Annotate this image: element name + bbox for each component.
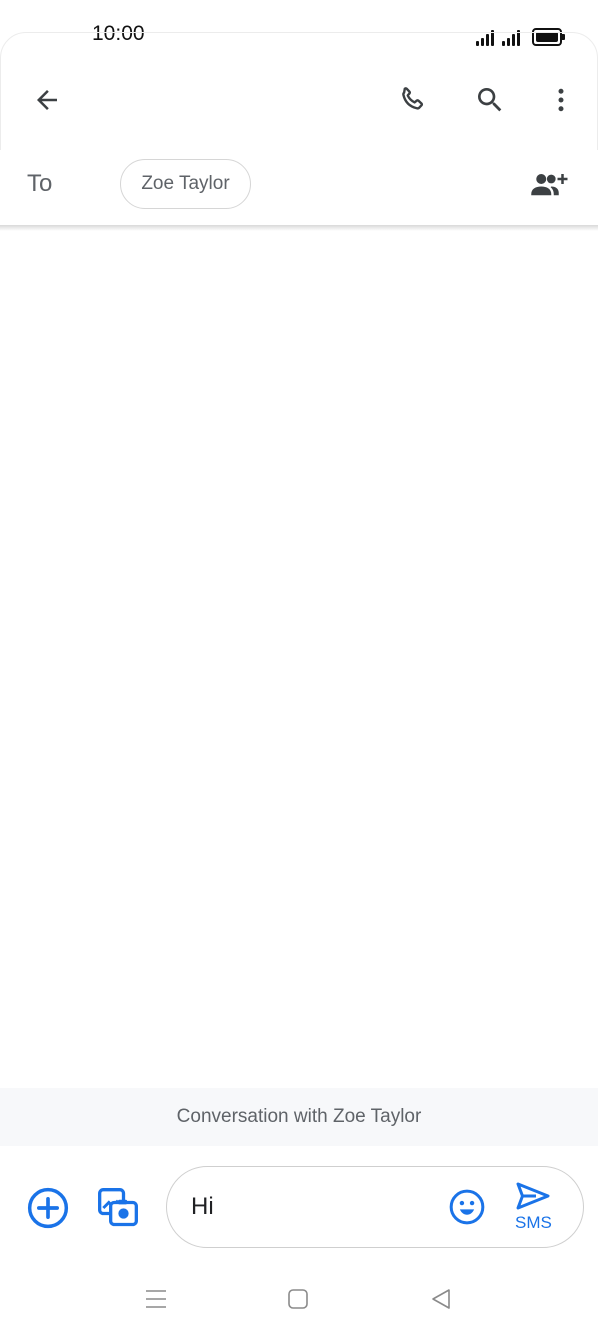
arrow-back-icon: [37, 90, 57, 110]
search-button[interactable]: [466, 76, 514, 124]
compose-row: SMS: [0, 1146, 598, 1266]
to-label: To: [27, 170, 53, 197]
more-options-button[interactable]: [537, 76, 585, 124]
phone-icon: [402, 87, 424, 110]
compose-box: SMS: [166, 1166, 584, 1248]
add-recipient-button[interactable]: [526, 160, 574, 208]
search-icon: [478, 88, 502, 112]
status-icons: [476, 22, 565, 46]
call-button[interactable]: [388, 76, 436, 124]
signal-icon-2: [502, 28, 520, 46]
battery-icon: [532, 28, 565, 46]
send-icon: [516, 1182, 550, 1210]
send-label: SMS: [515, 1213, 552, 1232]
conversation-area: [0, 231, 598, 1088]
message-input[interactable]: [191, 1191, 431, 1223]
more-vert-icon: [558, 88, 564, 112]
gallery-camera-icon: [98, 1188, 138, 1227]
add-people-icon: [531, 174, 568, 196]
system-nav-bar: [0, 1266, 598, 1335]
top-app-bar: [0, 68, 598, 134]
add-attachment-button[interactable]: [24, 1184, 72, 1232]
nav-back-button[interactable]: [417, 1275, 465, 1323]
menu-icon: [146, 1290, 166, 1308]
conversation-banner: Conversation with Zoe Taylor: [0, 1088, 598, 1146]
recipient-row: To Zoe Taylor: [0, 150, 598, 226]
home-square-icon: [288, 1289, 308, 1309]
recents-button[interactable]: [132, 1275, 180, 1323]
status-time: 10:00: [92, 22, 145, 45]
home-button[interactable]: [274, 1275, 322, 1323]
back-button[interactable]: [23, 76, 71, 124]
emoji-button[interactable]: [443, 1183, 491, 1231]
gallery-camera-button[interactable]: [94, 1184, 142, 1232]
recipient-chip[interactable]: Zoe Taylor: [120, 159, 251, 209]
send-button[interactable]: SMS: [507, 1181, 563, 1237]
add-circle-icon: [27, 1187, 69, 1229]
status-bar: 10:00: [0, 0, 598, 68]
signal-icon: [476, 28, 494, 46]
back-triangle-icon: [432, 1289, 450, 1309]
emoji-icon: [449, 1189, 485, 1225]
